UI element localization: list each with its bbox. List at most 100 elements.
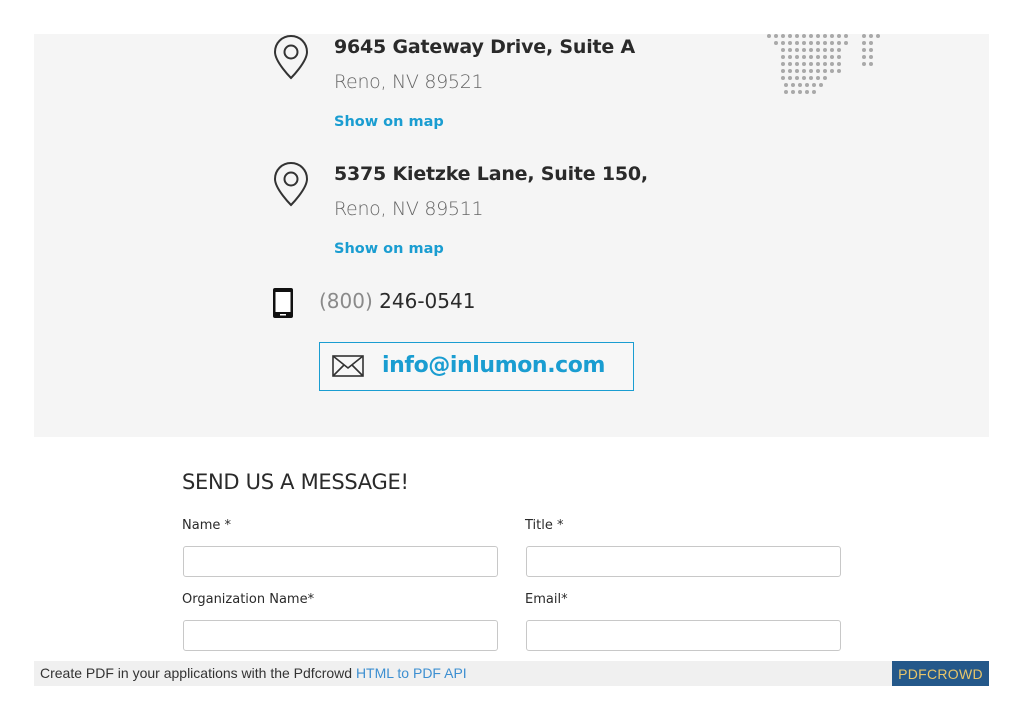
dot-pattern-decoration: [767, 34, 880, 94]
name-label: Name *: [182, 518, 231, 533]
address-line1: 9645 Gateway Drive, Suite A: [334, 36, 636, 58]
decorative-dot: [819, 83, 823, 87]
title-field[interactable]: [526, 546, 841, 577]
decorative-dot: [774, 34, 778, 38]
address-line2: Reno, NV 89521: [334, 71, 484, 93]
decorative-dot: [869, 48, 873, 52]
decorative-dot: [837, 69, 841, 73]
decorative-dot: [823, 55, 827, 59]
mobile-phone-icon: [273, 288, 293, 318]
decorative-dot: [781, 48, 785, 52]
decorative-dot: [795, 76, 799, 80]
decorative-dot: [802, 41, 806, 45]
decorative-dot: [862, 34, 866, 38]
decorative-dot: [795, 48, 799, 52]
decorative-dot: [805, 83, 809, 87]
pdf-footer-text: Create PDF in your applications with the…: [40, 665, 467, 681]
decorative-dot: [802, 34, 806, 38]
decorative-dot: [823, 41, 827, 45]
name-field[interactable]: [183, 546, 498, 577]
decorative-dot: [788, 55, 792, 59]
decorative-dot: [830, 48, 834, 52]
organization-label: Organization Name*: [182, 592, 315, 607]
decorative-dot: [781, 62, 785, 66]
decorative-dot: [791, 90, 795, 94]
decorative-dot: [862, 48, 866, 52]
decorative-dot: [830, 55, 834, 59]
decorative-dot: [823, 69, 827, 73]
decorative-dot: [862, 62, 866, 66]
address-line1: 5375 Kietzke Lane, Suite 150,: [334, 163, 648, 185]
decorative-dot: [809, 48, 813, 52]
decorative-dot: [869, 34, 873, 38]
decorative-dot: [823, 62, 827, 66]
decorative-dot: [869, 55, 873, 59]
show-on-map-link[interactable]: Show on map: [334, 241, 444, 257]
decorative-dot: [837, 55, 841, 59]
pdf-api-link[interactable]: HTML to PDF API: [356, 665, 467, 681]
decorative-dot: [809, 69, 813, 73]
decorative-dot: [812, 90, 816, 94]
decorative-dot: [781, 34, 785, 38]
decorative-dot: [830, 34, 834, 38]
email-label: Email*: [525, 592, 568, 607]
decorative-dot: [830, 62, 834, 66]
decorative-dot: [788, 41, 792, 45]
decorative-dot: [802, 48, 806, 52]
decorative-dot: [788, 69, 792, 73]
decorative-dot: [823, 76, 827, 80]
decorative-dot: [809, 76, 813, 80]
phone-local-number: 246-0541: [379, 289, 476, 313]
decorative-dot: [784, 90, 788, 94]
decorative-dot: [823, 34, 827, 38]
decorative-dot: [802, 55, 806, 59]
email-box[interactable]: info@inlumon.com: [319, 342, 634, 391]
decorative-dot: [767, 34, 771, 38]
decorative-dot: [816, 76, 820, 80]
title-label: Title *: [525, 518, 564, 533]
decorative-dot: [862, 41, 866, 45]
phone-area-code: (800): [319, 289, 373, 313]
decorative-dot: [791, 83, 795, 87]
decorative-dot: [774, 41, 778, 45]
pdf-footer-prefix: Create PDF in your applications with the…: [40, 665, 356, 681]
map-pin-icon: [273, 34, 309, 80]
pdf-footer-bar: Create PDF in your applications with the…: [34, 661, 989, 686]
decorative-dot: [830, 69, 834, 73]
decorative-dot: [802, 69, 806, 73]
decorative-dot: [788, 62, 792, 66]
decorative-dot: [844, 41, 848, 45]
decorative-dot: [816, 55, 820, 59]
map-pin-icon: [273, 161, 309, 207]
decorative-dot: [844, 34, 848, 38]
decorative-dot: [809, 55, 813, 59]
email-field[interactable]: [526, 620, 841, 651]
decorative-dot: [816, 41, 820, 45]
decorative-dot: [837, 41, 841, 45]
decorative-dot: [830, 41, 834, 45]
decorative-dot: [809, 41, 813, 45]
decorative-dot: [812, 83, 816, 87]
decorative-dot: [784, 83, 788, 87]
decorative-dot: [816, 48, 820, 52]
decorative-dot: [781, 69, 785, 73]
email-link[interactable]: info@inlumon.com: [382, 353, 605, 378]
decorative-dot: [802, 62, 806, 66]
show-on-map-link[interactable]: Show on map: [334, 114, 444, 130]
pdfcrowd-badge[interactable]: PDFCROWD: [892, 661, 989, 686]
decorative-dot: [798, 83, 802, 87]
organization-field[interactable]: [183, 620, 498, 651]
decorative-dot: [788, 34, 792, 38]
decorative-dot: [795, 34, 799, 38]
decorative-dot: [816, 62, 820, 66]
decorative-dot: [788, 76, 792, 80]
decorative-dot: [837, 48, 841, 52]
decorative-dot: [869, 62, 873, 66]
decorative-dot: [781, 76, 785, 80]
phone-number[interactable]: (800) 246-0541: [319, 289, 475, 313]
address-line2: Reno, NV 89511: [334, 198, 484, 220]
decorative-dot: [816, 34, 820, 38]
decorative-dot: [862, 55, 866, 59]
decorative-dot: [781, 41, 785, 45]
decorative-dot: [802, 76, 806, 80]
